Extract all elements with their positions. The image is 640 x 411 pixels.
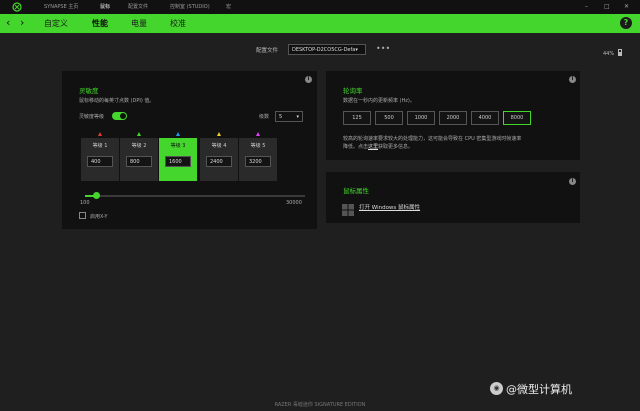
enable-xy-checkbox[interactable] [79, 212, 86, 219]
topnav-profiles[interactable]: 配置文件 [128, 0, 148, 14]
polling-rate-2000-button[interactable]: 2000 [439, 111, 467, 125]
forward-arrow-icon[interactable]: › [20, 14, 24, 33]
polling-note-line2: 降低。点击这里获取更多信息。 [343, 143, 413, 150]
dpi-stage-3[interactable]: 等级 3 1600 [159, 138, 197, 181]
windows-logo-icon [342, 201, 354, 216]
stage-1-color-marker [98, 132, 102, 136]
polling-desc: 数据在一秒内的更新频率 (Hz)。 [343, 98, 415, 104]
battery-icon [618, 49, 622, 56]
profile-label: 配置文件 [256, 48, 279, 54]
polling-title: 轮询率 [343, 87, 363, 95]
polling-rate-1000-button[interactable]: 1000 [407, 111, 435, 125]
dpi-slider-min: 100 [80, 200, 90, 206]
minimize-button[interactable]: – [585, 0, 588, 14]
topnav-mouse[interactable]: 鼠标 [100, 0, 110, 14]
dpi-slider-thumb[interactable] [93, 192, 101, 199]
stage-2-color-marker [137, 132, 141, 136]
tab-performance[interactable]: 性能 [92, 14, 108, 33]
mouse-properties-title: 鼠标属性 [343, 187, 369, 195]
open-windows-mouse-properties-link[interactable]: 打开 Windows 鼠标属性 [359, 203, 420, 211]
sensitivity-info-icon[interactable]: i [305, 76, 312, 83]
topnav-studio[interactable]: 控制室 (STUDIO) [170, 0, 210, 14]
stages-count-value: 5 [279, 114, 283, 120]
mouse-properties-panel [326, 172, 580, 223]
stage-4-color-marker [217, 132, 221, 136]
polling-note-text: 降低。点击 [343, 144, 369, 150]
battery-percent: 44% [603, 51, 615, 57]
sensitivity-desc: 鼠标移动的每英寸点数 (DPI) 值。 [79, 98, 155, 104]
dpi-stage-input[interactable]: 3200 [245, 156, 271, 167]
dpi-stage-input[interactable]: 2400 [206, 156, 232, 167]
sensitivity-stages-toggle-label: 灵敏度等级 [79, 114, 105, 120]
polling-note-text-end: 获取更多信息。 [378, 144, 414, 150]
polling-note-line1: 较高的轮询速率要求较大的处理能力，这可能会导致在 CPU 密集型游戏时帧速率 [343, 136, 522, 142]
polling-rate-4000-button[interactable]: 4000 [471, 111, 499, 125]
dpi-slider-track[interactable] [85, 195, 305, 197]
polling-note-link[interactable]: 这里 [368, 144, 378, 150]
enable-xy-label: 启用X-Y [90, 214, 108, 220]
stages-count-dropdown[interactable]: 5 ▾ [275, 111, 303, 122]
polling-rate-8000-button[interactable]: 8000 [503, 111, 531, 125]
more-options-icon[interactable]: ••• [376, 44, 390, 53]
sensitivity-stages-toggle[interactable] [112, 112, 127, 120]
dpi-stage-5[interactable]: 等级 5 3200 [239, 138, 277, 181]
dpi-slider-max: 30000 [286, 200, 302, 206]
profile-dropdown[interactable]: DESKTOP-D2CO5CG-Defa▾ [288, 44, 366, 55]
weibo-icon: ◉ [490, 382, 503, 395]
close-button[interactable]: ✕ [624, 0, 629, 14]
chevron-down-icon: ▾ [296, 114, 299, 120]
top-bar [0, 0, 640, 14]
help-icon[interactable]: ? [620, 17, 632, 29]
dpi-stage-4[interactable]: 等级 4 2400 [200, 138, 238, 181]
tab-power[interactable]: 电量 [131, 14, 147, 33]
stages-count-label: 级数 [259, 114, 270, 120]
polling-rate-500-button[interactable]: 500 [375, 111, 403, 125]
sensitivity-title: 灵敏度 [79, 87, 99, 95]
stage-3-color-marker [176, 132, 180, 136]
dpi-stage-label: 等级 4 [211, 143, 227, 149]
polling-info-icon[interactable]: i [569, 76, 576, 83]
dpi-stage-label: 等级 3 [170, 143, 186, 149]
topnav-macro[interactable]: 宏 [226, 0, 231, 14]
back-arrow-icon[interactable]: ‹ [6, 14, 10, 33]
razer-logo-icon [12, 2, 22, 12]
stage-5-color-marker [256, 132, 260, 136]
dpi-stage-1[interactable]: 等级 1 400 [81, 138, 119, 181]
device-name: RAZER 毒蝰迷你 SIGNATURE EDITION [274, 402, 366, 408]
dpi-stage-label: 等级 2 [131, 143, 147, 149]
dpi-stage-label: 等级 1 [92, 143, 108, 149]
dpi-stage-label: 等级 5 [250, 143, 266, 149]
dpi-stage-input[interactable]: 800 [126, 156, 152, 167]
dpi-stage-input[interactable]: 400 [87, 156, 113, 167]
tab-customize[interactable]: 自定义 [44, 14, 68, 33]
watermark-text: @微型计算机 [506, 383, 572, 396]
dpi-stage-input[interactable]: 1600 [165, 156, 191, 167]
topnav-synapse-home[interactable]: SYNAPSE 主页 [44, 0, 78, 14]
mouse-properties-info-icon[interactable]: i [569, 178, 576, 185]
dpi-stage-2[interactable]: 等级 2 800 [120, 138, 158, 181]
polling-rate-125-button[interactable]: 125 [343, 111, 371, 125]
maximize-button[interactable]: □ [604, 0, 610, 14]
tab-calibration[interactable]: 校准 [170, 14, 186, 33]
